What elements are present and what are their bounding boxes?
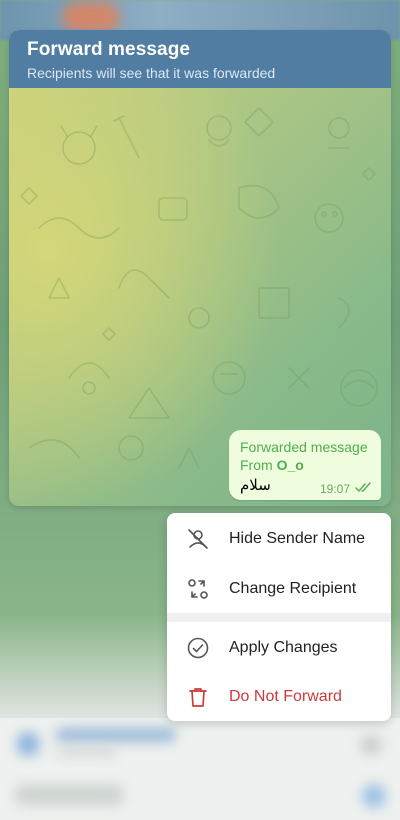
apply-changes-label: Apply Changes (229, 639, 338, 656)
change-recipient-label: Change Recipient (229, 580, 357, 597)
do-not-forward-item[interactable]: Do Not Forward (167, 672, 391, 722)
blurred-element (56, 748, 116, 756)
blurred-element (362, 784, 386, 808)
trash-icon (185, 684, 211, 710)
forward-header: Forward message Recipients will see that… (9, 30, 391, 88)
change-recipient-item[interactable]: Change Recipient (167, 564, 391, 614)
forwarded-from: From O_o (240, 457, 304, 473)
change-recipient-icon (185, 576, 211, 602)
forwarded-label: Forwarded message (240, 439, 368, 455)
forwarded-from-name: O_o (276, 457, 304, 473)
forwarded-message-bubble[interactable]: Forwarded message From O_o سلام 19:07 (229, 430, 381, 500)
forward-preview-card: Forward message Recipients will see that… (9, 30, 391, 506)
forward-subtitle: Recipients will see that it was forwarde… (27, 65, 276, 81)
hide-sender-name-item[interactable]: Hide Sender Name (167, 514, 391, 564)
blurred-element (56, 728, 176, 742)
forward-title: Forward message (27, 39, 191, 60)
double-check-icon (355, 482, 371, 492)
hide-sender-icon (185, 526, 211, 552)
apply-changes-item[interactable]: Apply Changes (167, 623, 391, 673)
forward-options-menu: Hide Sender Name Change Recipient Apply … (167, 513, 391, 721)
message-time: 19:07 (320, 482, 351, 496)
message-text: سلام (240, 476, 271, 494)
blurred-avatar (62, 2, 120, 32)
forwarded-from-prefix: From (240, 457, 273, 473)
menu-separator (167, 613, 391, 622)
blurred-element (14, 784, 124, 806)
blurred-element (16, 732, 40, 756)
do-not-forward-label: Do Not Forward (229, 688, 342, 705)
hide-sender-name-label: Hide Sender Name (229, 530, 366, 547)
blurred-element (360, 735, 382, 755)
check-circle-icon (185, 635, 211, 661)
